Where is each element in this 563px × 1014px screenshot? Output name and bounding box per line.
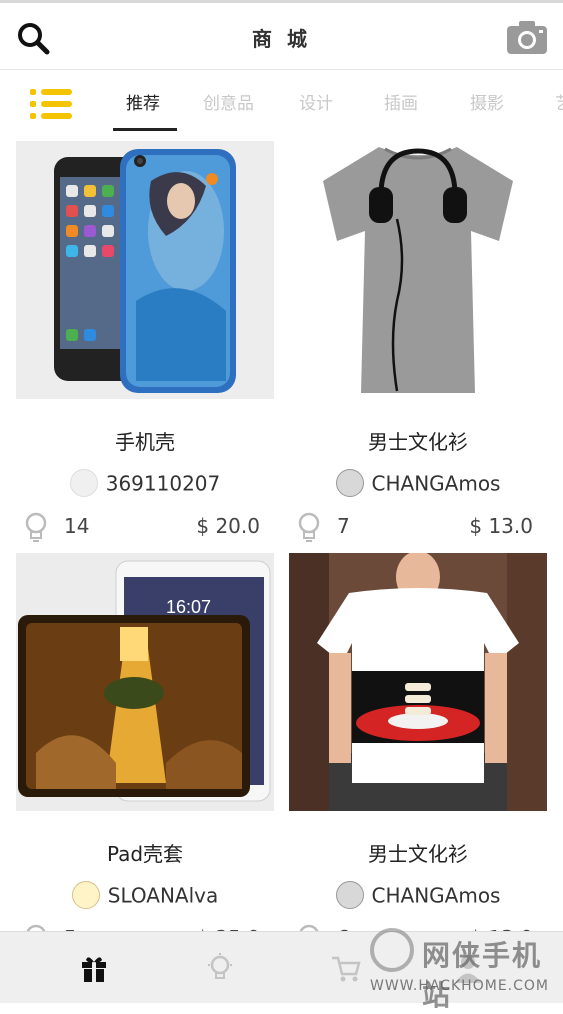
tab-recommend[interactable]: 推荐 <box>126 89 160 114</box>
product-author[interactable]: SLOANAlva <box>16 881 274 911</box>
author-name: SLOANAlva <box>107 883 219 908</box>
bulb-icon[interactable] <box>24 512 48 542</box>
spine-tshirt-image[interactable] <box>289 553 547 811</box>
product-author[interactable]: CHANGAmos <box>289 881 547 911</box>
tab-design[interactable]: 设计 <box>299 89 333 114</box>
author-name: CHANGAmos <box>371 471 501 496</box>
product-name[interactable]: 男士文化衫 <box>289 426 547 455</box>
tab-art[interactable]: 艺 <box>555 89 563 114</box>
gift-icon[interactable] <box>78 952 110 984</box>
active-tab-indicator <box>113 128 177 131</box>
headphone-tshirt-image[interactable] <box>289 141 547 399</box>
product-name[interactable]: Pad壳套 <box>16 838 274 867</box>
product-author[interactable]: 369110207 <box>16 469 274 499</box>
tab-photography[interactable]: 摄影 <box>470 89 504 114</box>
product-name[interactable]: 手机壳 <box>16 426 274 455</box>
svg-text:16:07: 16:07 <box>166 597 211 617</box>
tab-creative[interactable]: 创意品 <box>203 89 254 114</box>
author-name: 369110207 <box>105 471 221 496</box>
top-header: 商 城 <box>0 0 563 70</box>
avatar <box>71 881 100 909</box>
price: $ 20.0 <box>196 514 260 538</box>
author-name: CHANGAmos <box>371 883 501 908</box>
price: $ 13.0 <box>469 514 533 538</box>
product-stats: 14 $ 20.0 <box>16 512 274 542</box>
product-name[interactable]: 男士文化衫 <box>289 838 547 867</box>
avatar <box>335 469 364 497</box>
page-title: 商 城 <box>252 27 311 51</box>
camera-icon[interactable] <box>506 19 548 55</box>
product-author[interactable]: CHANGAmos <box>289 469 547 499</box>
bulb-icon[interactable] <box>204 952 236 984</box>
list-menu-icon[interactable] <box>30 87 74 121</box>
product-stats: 7 $ 13.0 <box>289 512 547 542</box>
pad-case-image[interactable]: 16:07 <box>16 553 274 811</box>
bulb-icon[interactable] <box>297 512 321 542</box>
phone-case-image[interactable] <box>16 141 274 399</box>
bottom-nav <box>0 931 563 1003</box>
user-icon[interactable] <box>452 952 484 984</box>
cart-icon[interactable] <box>330 952 362 984</box>
category-tabs: 推荐 创意品 设计 插画 摄影 艺 <box>0 71 563 133</box>
avatar <box>335 881 364 909</box>
likes-count: 7 <box>337 514 350 538</box>
likes-count: 14 <box>64 514 90 538</box>
avatar <box>69 469 98 497</box>
tab-illustration[interactable]: 插画 <box>384 89 418 114</box>
